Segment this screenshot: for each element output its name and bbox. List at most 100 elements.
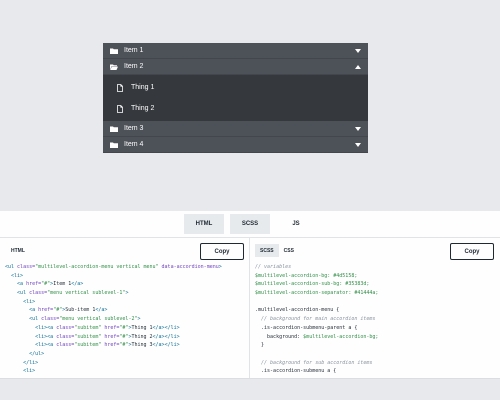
subtab-css[interactable]: CSS xyxy=(279,244,299,257)
code-line: $multilevel-accordion-sub-bg: #35383d; xyxy=(255,280,378,289)
style-subtabs: SCSS CSS xyxy=(255,244,299,257)
file-icon xyxy=(117,104,123,113)
subtab-scss[interactable]: SCSS xyxy=(255,244,279,257)
code-line: <li> xyxy=(5,298,222,307)
code-token: .is-accordion-submenu a { xyxy=(255,368,337,375)
code-token: "subitem" xyxy=(74,342,102,349)
code-token: <ul xyxy=(17,290,30,297)
accordion-item-label: Item 1 xyxy=(124,47,144,54)
code-line: $multilevel-accordion-separator: #41444a… xyxy=(255,289,378,298)
code-token: </li> xyxy=(23,359,39,366)
code-token: <li> xyxy=(23,368,36,375)
code-token: href= xyxy=(101,342,120,349)
code-token: <ul xyxy=(5,264,18,270)
file-icon xyxy=(117,83,123,92)
accordion-submenu: Thing 1 Thing 2 xyxy=(103,75,368,121)
code-token: // variables xyxy=(255,264,292,270)
code-line: // background for sub accordion items xyxy=(255,359,378,368)
copy-button[interactable]: Copy xyxy=(200,243,244,260)
code-line: .is-accordion-submenu a { xyxy=(255,367,378,376)
html-code-panel: HTML Copy <ul class= "multilevel-accordio… xyxy=(0,238,250,378)
code-line: <ul class="multilevel-accordion-menu ver… xyxy=(5,263,222,272)
caret-down-icon xyxy=(355,143,361,147)
code-token: <a xyxy=(17,281,27,288)
accordion-item-3[interactable]: Item 3 xyxy=(103,121,368,137)
folder-icon xyxy=(110,126,118,132)
code-line: <li> xyxy=(5,367,222,376)
code-token: class= xyxy=(41,316,60,323)
code-token: href= xyxy=(26,281,42,288)
code-line: </ul> xyxy=(5,350,222,359)
code-token: $multilevel-accordion-bg; xyxy=(303,333,379,340)
submenu-item-thing-2[interactable]: Thing 2 xyxy=(103,98,368,119)
code-token: data-accordion-menu xyxy=(158,264,219,270)
code-token: <li><a xyxy=(35,333,57,340)
code-token: "menu vertical sublevel-2" xyxy=(59,316,138,323)
code-token: Thing 3 xyxy=(131,342,153,349)
submenu-item-thing-1[interactable]: Thing 1 xyxy=(103,77,368,98)
accordion-item-label: Item 2 xyxy=(124,63,144,70)
code-tabs: HTML SCSS JS xyxy=(0,211,500,238)
tab-js[interactable]: JS xyxy=(276,214,316,234)
code-token: class= xyxy=(56,324,75,331)
code-line: <ul class="menu vertical sublevel-1"> xyxy=(5,289,222,298)
code-token: $multilevel-accordion-separator: #41444a… xyxy=(255,290,379,297)
code-token: <li> xyxy=(23,298,36,305)
code-token: background: xyxy=(255,333,304,340)
code-line: .is-accordion-submenu-parent a { xyxy=(255,324,378,333)
html-code-block: <ul class= "multilevel-accordion-menu ver… xyxy=(5,263,222,376)
caret-up-icon xyxy=(355,65,361,69)
code-line: // variables xyxy=(255,263,378,272)
code-token: href= xyxy=(101,333,120,340)
code-token: // background for main accordion items xyxy=(255,316,376,323)
submenu-item-label: Thing 1 xyxy=(131,84,155,91)
folder-icon xyxy=(110,48,118,54)
bottom-strip xyxy=(0,378,500,400)
accordion-item-2[interactable]: Item 2 xyxy=(103,59,368,75)
accordion-item-4[interactable]: Item 4 xyxy=(103,137,368,153)
code-token: $multilevel-accordion-sub-bg: #35383d; xyxy=(255,281,370,288)
code-line: <ul class="menu vertical sublevel-2"> xyxy=(5,315,222,324)
code-line: <li><a class="subitem" href="#">Thing 3<… xyxy=(5,341,222,350)
code-token: </ul> xyxy=(29,350,45,357)
code-token: class= xyxy=(29,290,48,297)
folder-open-icon xyxy=(110,64,118,70)
code-token: > xyxy=(137,316,141,323)
code-token: class= xyxy=(56,342,75,349)
code-token: </a></li> xyxy=(152,333,180,340)
code-token: "menu vertical sublevel-1" xyxy=(47,290,126,297)
code-token: <ul xyxy=(29,316,42,323)
accordion-item-1[interactable]: Item 1 xyxy=(103,43,368,59)
accordion-item-label: Item 3 xyxy=(124,125,144,132)
code-token: "#" xyxy=(41,281,51,288)
scss-code-panel: SCSS CSS Copy // variables $multilevel-ac… xyxy=(250,238,500,378)
panel-label: HTML xyxy=(11,248,25,254)
code-token: </a></li> xyxy=(152,324,180,331)
caret-down-icon xyxy=(355,127,361,131)
code-token: .is-accordion-submenu-parent a { xyxy=(255,324,358,331)
code-token: "multilevel-accordion-menu vertical menu… xyxy=(35,264,159,270)
code-token: $multilevel-accordion-bg: #4d5158; xyxy=(255,272,358,279)
code-line: // background for main accordion items xyxy=(255,315,378,324)
tab-scss[interactable]: SCSS xyxy=(230,214,270,234)
tab-html[interactable]: HTML xyxy=(184,214,224,234)
code-token: // background for sub accordion items xyxy=(255,359,373,366)
code-token: <li> xyxy=(11,272,24,279)
code-panels: HTML Copy <ul class= "multilevel-accordio… xyxy=(0,238,500,378)
copy-button[interactable]: Copy xyxy=(450,243,494,260)
code-line: </li> xyxy=(5,359,222,368)
code-token: "#" xyxy=(53,307,63,314)
code-token: } xyxy=(255,342,265,349)
code-token: <li><a xyxy=(35,324,57,331)
